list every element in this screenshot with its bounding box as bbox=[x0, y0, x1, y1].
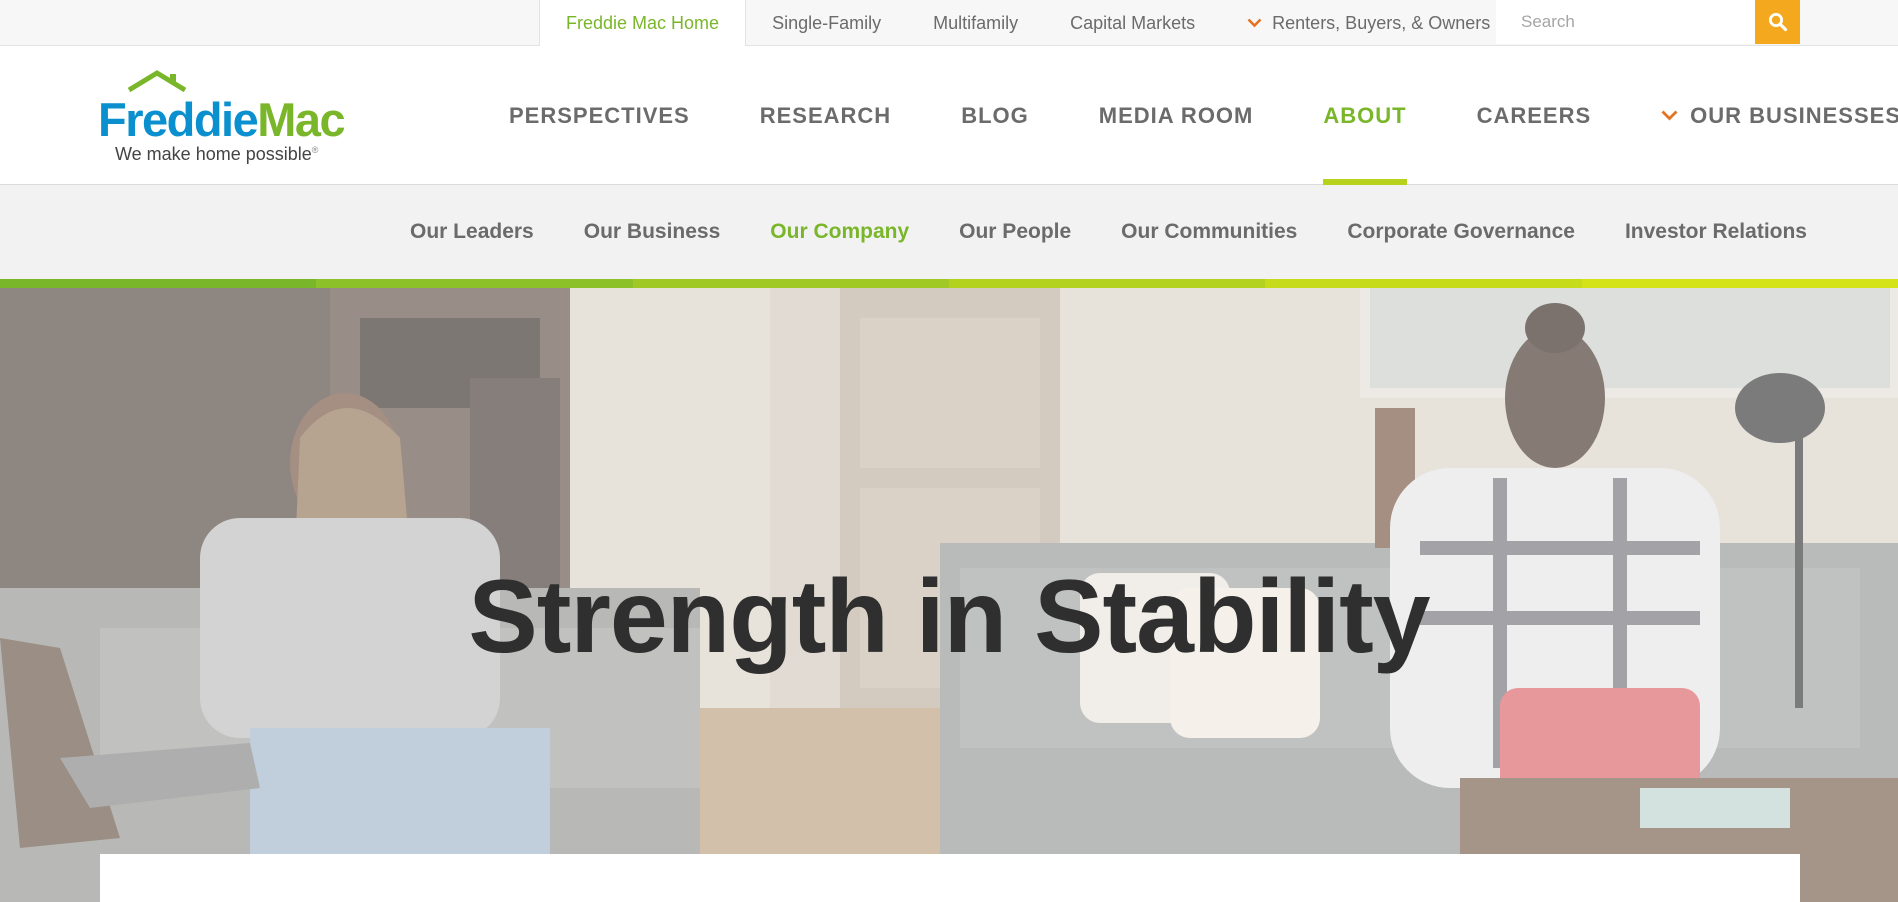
logo-tagline: We make home possible® bbox=[115, 144, 319, 164]
nav-item-research[interactable]: RESEARCH bbox=[725, 46, 926, 185]
freddie-mac-logo[interactable]: FreddieMac We make home possible® bbox=[98, 70, 346, 165]
nav-item-media-room[interactable]: MEDIA ROOM bbox=[1064, 46, 1289, 185]
accent-bar-segment bbox=[948, 279, 1266, 288]
sub-nav-our-people[interactable]: Our People bbox=[934, 185, 1096, 279]
utility-link-renters-buyers-owners[interactable]: Renters, Buyers, & Owners bbox=[1221, 0, 1516, 46]
sub-nav: Our Leaders Our Business Our Company Our… bbox=[0, 185, 1898, 279]
nav-item-about[interactable]: ABOUT bbox=[1288, 46, 1441, 186]
search-icon bbox=[1768, 13, 1787, 32]
utility-nav: Freddie Mac Home Single-Family Multifami… bbox=[539, 0, 1516, 47]
nav-item-perspectives[interactable]: PERSPECTIVES bbox=[474, 46, 725, 185]
logo-wordmark: FreddieMac bbox=[98, 93, 346, 146]
house-roof-icon bbox=[127, 70, 187, 92]
sub-nav-our-communities[interactable]: Our Communities bbox=[1096, 185, 1322, 279]
utility-bar: Freddie Mac Home Single-Family Multifami… bbox=[0, 0, 1898, 47]
accent-bar bbox=[0, 279, 1898, 288]
content-card bbox=[100, 854, 1800, 902]
hero-title: Strength in Stability bbox=[468, 559, 1430, 675]
main-nav: PERSPECTIVES RESEARCH BLOG MEDIA ROOM AB… bbox=[474, 46, 1898, 186]
sub-nav-our-leaders[interactable]: Our Leaders bbox=[385, 185, 559, 279]
chevron-down-icon bbox=[1247, 15, 1262, 32]
search-input[interactable] bbox=[1496, 0, 1755, 44]
main-header: FreddieMac We make home possible® PERSPE… bbox=[0, 46, 1898, 186]
utility-link-capital-markets[interactable]: Capital Markets bbox=[1044, 0, 1221, 46]
sub-nav-our-business[interactable]: Our Business bbox=[559, 185, 746, 279]
accent-bar-segment bbox=[1265, 279, 1582, 288]
utility-link-single-family[interactable]: Single-Family bbox=[746, 0, 907, 46]
search-button[interactable] bbox=[1755, 0, 1800, 44]
utility-link-multifamily[interactable]: Multifamily bbox=[907, 0, 1044, 46]
nav-item-blog[interactable]: BLOG bbox=[926, 46, 1064, 185]
accent-bar-segment bbox=[632, 279, 949, 288]
accent-bar-segment bbox=[316, 279, 633, 288]
nav-item-our-businesses[interactable]: OUR BUSINESSES bbox=[1626, 46, 1898, 185]
hero-banner: Strength in Stability bbox=[0, 288, 1898, 902]
accent-bar-segment bbox=[1581, 279, 1898, 288]
sub-nav-our-company[interactable]: Our Company bbox=[745, 185, 934, 279]
utility-link-freddie-mac-home[interactable]: Freddie Mac Home bbox=[539, 0, 747, 47]
nav-item-careers[interactable]: CAREERS bbox=[1442, 46, 1627, 185]
chevron-down-icon bbox=[1661, 105, 1678, 126]
sub-nav-investor-relations[interactable]: Investor Relations bbox=[1600, 185, 1832, 279]
accent-bar-segment bbox=[0, 279, 317, 288]
sub-nav-corporate-governance[interactable]: Corporate Governance bbox=[1322, 185, 1600, 279]
